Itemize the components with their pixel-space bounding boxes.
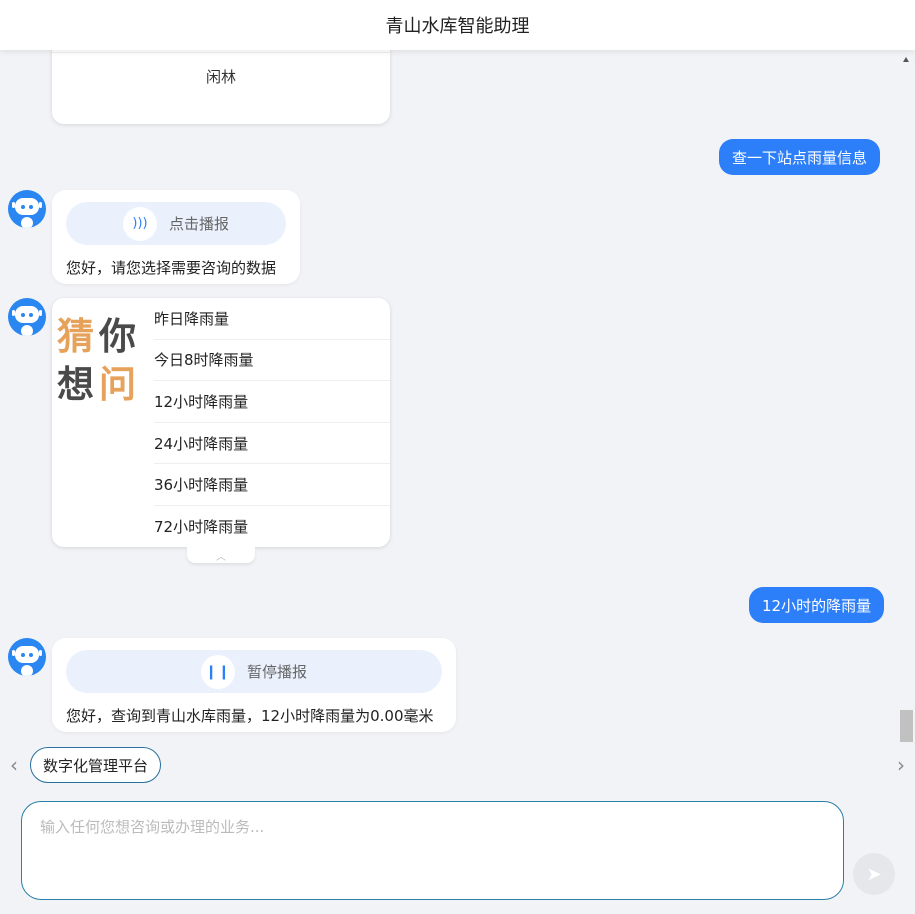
station-item-xianlin[interactable]: 闲林: [52, 53, 390, 100]
bot-avatar: [8, 298, 46, 336]
guess-list: 昨日降雨量 今日8时降雨量 12小时降雨量 24小时降雨量 36小时降雨量 72…: [154, 298, 390, 548]
guess-item[interactable]: 72小时降雨量: [154, 506, 390, 548]
chevron-right-icon[interactable]: ›: [892, 753, 910, 777]
scrollbar-thumb[interactable]: [900, 710, 913, 742]
scroll-up-icon[interactable]: [903, 57, 909, 62]
guess-item[interactable]: 24小时降雨量: [154, 423, 390, 465]
chat-area: 青山 闲林 查一下站点雨量信息 ))) 点击播报 您好，请您选择需要咨询的数据 …: [0, 0, 915, 745]
guess-item[interactable]: 36小时降雨量: [154, 464, 390, 506]
send-icon: ➤: [866, 863, 882, 884]
shortcut-chip-platform[interactable]: 数字化管理平台: [30, 747, 162, 783]
chat-scrollbar[interactable]: [898, 50, 915, 745]
bot-avatar: [8, 638, 46, 676]
bot-avatar: [8, 190, 46, 228]
shortcut-bar: ‹ 数字化管理平台 ›: [0, 745, 915, 785]
guess-item[interactable]: 昨日降雨量: [154, 298, 390, 340]
guess-you-want-card: 猜 你 想 问 昨日降雨量 今日8时降雨量 12小时降雨量 24小时降雨量 36…: [52, 298, 390, 547]
audio-label: 暂停播报: [246, 663, 307, 681]
guess-item[interactable]: 12小时降雨量: [154, 381, 390, 423]
bot-message: ❙❙ 暂停播报 您好，查询到青山水库雨量，12小时降雨量为0.00毫米: [52, 638, 456, 732]
pause-icon: ❙❙: [200, 654, 235, 689]
bot-message-text: 您好，请您选择需要咨询的数据: [66, 259, 277, 277]
chevron-up-icon: ︿: [216, 551, 226, 563]
page-title: 青山水库智能助理: [385, 16, 530, 37]
sound-wave-icon: ))): [122, 206, 157, 241]
guess-logo: 猜 你 想 问: [57, 315, 136, 406]
collapse-button[interactable]: ︿: [187, 547, 255, 563]
page-header: 青山水库智能助理: [0, 0, 915, 50]
pause-audio-button[interactable]: ❙❙ 暂停播报: [66, 650, 442, 693]
user-message: 查一下站点雨量信息: [719, 139, 881, 175]
audio-label: 点击播报: [168, 215, 229, 233]
send-button[interactable]: ➤: [853, 853, 895, 895]
message-input[interactable]: [21, 801, 844, 900]
bot-message: ))) 点击播报 您好，请您选择需要咨询的数据: [52, 190, 300, 284]
user-message: 12小时的降雨量: [749, 587, 885, 623]
play-audio-button[interactable]: ))) 点击播报: [66, 202, 286, 245]
chevron-left-icon[interactable]: ‹: [5, 753, 23, 777]
guess-item[interactable]: 今日8时降雨量: [154, 340, 390, 382]
bot-message-text: 您好，查询到青山水库雨量，12小时降雨量为0.00毫米: [66, 707, 434, 725]
